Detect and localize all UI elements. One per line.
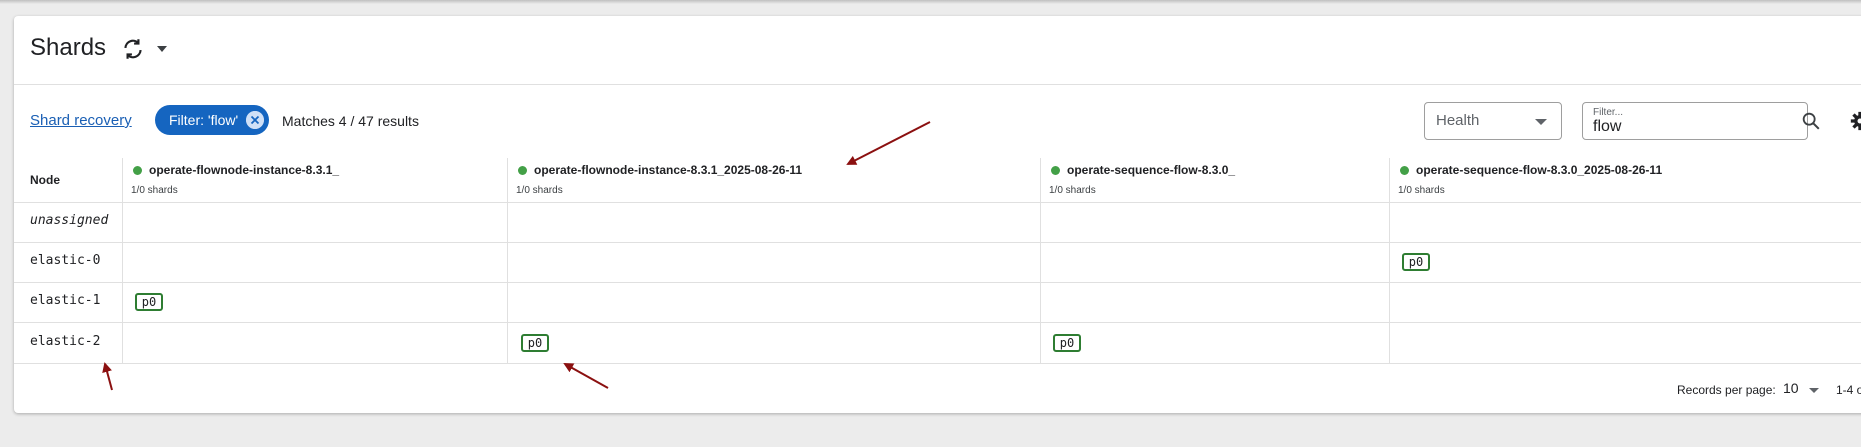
row-divider — [14, 363, 1861, 364]
index-shard-count: 1/0 shards — [131, 185, 178, 196]
row-divider — [14, 242, 1861, 243]
node-name-elastic-2: elastic-2 — [30, 334, 101, 349]
row-divider — [14, 282, 1861, 283]
top-shadow — [0, 0, 1861, 4]
filter-field[interactable]: Filter... — [1582, 102, 1808, 140]
index-header-0[interactable]: operate-flownode-instance-8.3.1_ — [133, 163, 339, 177]
match-count: Matches 4 / 47 results — [282, 113, 419, 129]
row-divider — [14, 322, 1861, 323]
filter-input[interactable] — [1593, 118, 1763, 136]
index-header-2[interactable]: operate-sequence-flow-8.3.0_ — [1051, 163, 1235, 177]
health-status-dot — [518, 166, 527, 175]
records-per-page-label: Records per page: — [1677, 383, 1776, 397]
row-divider — [14, 202, 1861, 203]
chevron-down-icon[interactable] — [1809, 388, 1819, 393]
node-name-elastic-0: elastic-0 — [30, 253, 101, 268]
gear-icon[interactable] — [1850, 111, 1861, 131]
column-divider — [1389, 158, 1390, 364]
index-name: operate-flownode-instance-8.3.1_2025-08-… — [534, 163, 803, 177]
close-icon[interactable] — [246, 111, 264, 129]
index-shard-count: 1/0 shards — [1049, 185, 1096, 196]
node-column-header: Node — [30, 173, 60, 187]
shards-panel: Shards Shard recovery Filter: 'flow' Mat… — [14, 16, 1861, 413]
pagination-range: 1-4 o — [1836, 383, 1861, 397]
column-divider — [507, 158, 508, 364]
filter-field-label: Filter... — [1593, 107, 1624, 118]
node-name-unassigned: unassigned — [30, 213, 109, 228]
refresh-icon[interactable] — [120, 36, 146, 62]
health-status-dot — [1051, 166, 1060, 175]
health-select[interactable]: Health — [1424, 102, 1562, 140]
shard-badge[interactable]: p0 — [135, 293, 163, 311]
index-shard-count: 1/0 shards — [1398, 185, 1445, 196]
index-shard-count: 1/0 shards — [516, 185, 563, 196]
chevron-down-icon — [1535, 119, 1547, 125]
shard-badge[interactable]: p0 — [1053, 334, 1081, 352]
index-name: operate-sequence-flow-8.3.0_ — [1067, 163, 1236, 177]
shard-recovery-link[interactable]: Shard recovery — [30, 112, 132, 129]
column-divider — [1040, 158, 1041, 364]
chevron-down-icon[interactable] — [154, 42, 170, 56]
panel-header: Shards — [14, 16, 1861, 85]
shard-badge[interactable]: p0 — [1402, 253, 1430, 271]
records-per-page-select[interactable]: 10 — [1783, 380, 1799, 396]
health-status-dot — [133, 166, 142, 175]
shard-badge[interactable]: p0 — [521, 334, 549, 352]
node-name-elastic-1: elastic-1 — [30, 293, 101, 308]
index-header-1[interactable]: operate-flownode-instance-8.3.1_2025-08-… — [518, 163, 802, 177]
health-status-dot — [1400, 166, 1409, 175]
column-divider — [122, 158, 123, 364]
health-select-label: Health — [1436, 112, 1480, 129]
index-name: operate-flownode-instance-8.3.1_ — [149, 163, 340, 177]
filter-chip-label: Filter: 'flow' — [169, 112, 239, 128]
index-name: operate-sequence-flow-8.3.0_2025-08-26-1… — [1416, 163, 1663, 177]
page-title: Shards — [30, 34, 107, 61]
filter-chip[interactable]: Filter: 'flow' — [155, 105, 269, 135]
search-icon[interactable] — [1800, 110, 1822, 132]
index-header-3[interactable]: operate-sequence-flow-8.3.0_2025-08-26-1… — [1400, 163, 1662, 177]
